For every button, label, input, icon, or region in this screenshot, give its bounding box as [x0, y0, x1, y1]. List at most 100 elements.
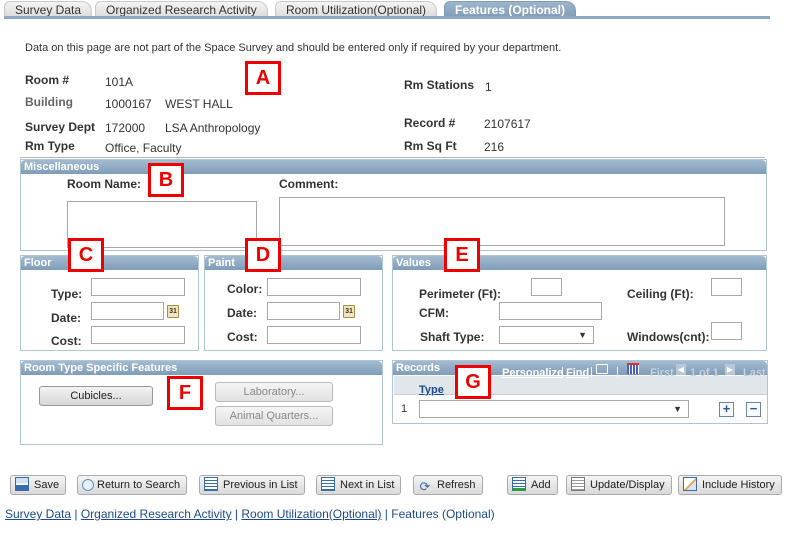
- cubicles-button[interactable]: Cubicles...: [39, 386, 153, 406]
- tab-organized-research-activity[interactable]: Organized Research Activity: [95, 1, 268, 17]
- previous-list-icon: [204, 477, 218, 491]
- footer-nav: Survey Data | Organized Research Activit…: [5, 507, 495, 521]
- refresh-button[interactable]: ⟳ Refresh: [413, 475, 483, 495]
- ceiling-label: Ceiling (Ft):: [627, 287, 694, 301]
- row-number: 1: [401, 403, 408, 415]
- update-display-label: Update/Display: [590, 479, 665, 491]
- shaft-type-label: Shaft Type:: [420, 330, 485, 344]
- rm-sqft-value: 216: [484, 140, 505, 154]
- save-icon: [15, 477, 29, 491]
- previous-arrow-icon: ◀: [676, 364, 686, 375]
- callout-marker-f: F: [167, 376, 203, 410]
- calendar-icon[interactable]: 31: [167, 305, 179, 318]
- footer-link-room-utilization[interactable]: Room Utilization(Optional): [241, 507, 381, 521]
- floor-type-label: Type:: [51, 287, 83, 301]
- personalize-link[interactable]: Personalize: [502, 367, 563, 379]
- update-display-button[interactable]: Update/Display: [566, 475, 672, 495]
- comment-textarea[interactable]: [279, 197, 725, 246]
- rm-type-label: Rm Type: [25, 139, 75, 153]
- paint-cost-label: Cost:: [227, 330, 258, 344]
- shaft-type-select[interactable]: ▼: [499, 326, 594, 344]
- include-history-label: Include History: [702, 479, 775, 491]
- tab-survey-data[interactable]: Survey Data: [4, 1, 93, 17]
- miscellaneous-header: Miscellaneous: [21, 160, 766, 174]
- record-value: 2107617: [484, 117, 531, 131]
- building-name: WEST HALL: [165, 97, 233, 111]
- add-row-button[interactable]: +: [719, 402, 734, 417]
- tab-underline: [4, 16, 770, 19]
- tab-room-utilization[interactable]: Room Utilization(Optional): [275, 1, 438, 17]
- cfm-input[interactable]: [499, 302, 602, 320]
- delete-row-button[interactable]: −: [746, 402, 761, 417]
- paint-date-label: Date:: [227, 306, 258, 320]
- add-button[interactable]: Add: [507, 475, 558, 495]
- survey-dept-code: 172000: [105, 121, 146, 135]
- callout-marker-g: G: [455, 365, 491, 399]
- update-display-icon: [571, 477, 585, 491]
- callout-marker-c: C: [68, 238, 104, 272]
- room-name-label: Room Name:: [67, 177, 142, 191]
- next-list-icon: [321, 477, 335, 491]
- include-history-button[interactable]: Include History: [678, 475, 782, 495]
- floor-type-input[interactable]: [91, 278, 185, 296]
- paint-date-input[interactable]: [267, 302, 340, 320]
- refresh-label: Refresh: [437, 479, 476, 491]
- next-in-list-button[interactable]: Next in List: [316, 475, 402, 495]
- return-to-search-button[interactable]: Return to Search: [77, 475, 188, 495]
- laboratory-button[interactable]: Laboratory...: [215, 382, 333, 402]
- footer-link-organized-research-activity[interactable]: Organized Research Activity: [81, 507, 232, 521]
- last-link: Last: [743, 367, 766, 379]
- footer-link-survey-data[interactable]: Survey Data: [5, 507, 71, 521]
- perimeter-label: Perimeter (Ft):: [419, 287, 502, 301]
- windows-input[interactable]: [711, 322, 742, 340]
- paint-color-label: Color:: [227, 282, 263, 296]
- save-label: Save: [34, 479, 60, 491]
- separator: |: [74, 507, 78, 521]
- record-type-select[interactable]: ▼: [419, 400, 689, 418]
- floor-cost-label: Cost:: [51, 334, 82, 348]
- separator: |: [234, 507, 239, 521]
- floor-date-label: Date:: [51, 311, 82, 325]
- cfm-label: CFM:: [419, 306, 449, 320]
- include-history-icon: [683, 477, 697, 491]
- first-link: First: [650, 367, 674, 379]
- ceiling-input[interactable]: [711, 278, 742, 296]
- header-divider: [20, 157, 765, 158]
- animal-quarters-button[interactable]: Animal Quarters...: [215, 406, 333, 426]
- save-button[interactable]: Save: [10, 475, 67, 495]
- callout-marker-d: D: [245, 238, 281, 272]
- paint-cost-input[interactable]: [267, 326, 361, 344]
- separator: |: [590, 366, 593, 378]
- previous-in-list-label: Previous in List: [223, 479, 298, 491]
- search-icon: [82, 479, 94, 491]
- callout-marker-e: E: [444, 238, 480, 272]
- survey-dept-name: LSA Anthropology: [165, 121, 261, 135]
- floor-date-input[interactable]: [91, 302, 164, 320]
- callout-marker-a: A: [245, 61, 281, 95]
- records-title: Records: [396, 362, 441, 374]
- callout-marker-b: B: [148, 163, 184, 197]
- download-grid-icon[interactable]: [627, 363, 639, 374]
- table-row: 1 ▼ + −: [392, 394, 768, 424]
- survey-dept-label: Survey Dept: [25, 120, 96, 134]
- comment-label: Comment:: [279, 177, 339, 191]
- separator: |: [616, 366, 619, 378]
- perimeter-input[interactable]: [531, 278, 562, 296]
- find-link[interactable]: Find: [566, 367, 589, 379]
- building-label: Building: [25, 95, 73, 109]
- room-type-features-header: Room Type Specific Features: [21, 361, 382, 375]
- rm-sqft-label: Rm Sq Ft: [404, 139, 457, 153]
- calendar-icon[interactable]: 31: [343, 305, 355, 318]
- separator: |: [384, 507, 388, 521]
- return-to-search-label: Return to Search: [97, 479, 181, 491]
- building-code: 1000167: [105, 97, 152, 111]
- previous-in-list-button[interactable]: Previous in List: [199, 475, 305, 495]
- paint-color-input[interactable]: [267, 278, 361, 296]
- dropdown-arrow-icon: ▼: [673, 404, 682, 414]
- view-all-icon[interactable]: [596, 364, 608, 374]
- floor-cost-input[interactable]: [91, 326, 185, 344]
- next-arrow-icon: ▶: [725, 364, 735, 375]
- row-counter: 1 of 1: [690, 367, 719, 379]
- room-label: Room #: [25, 73, 70, 87]
- record-label: Record #: [404, 116, 456, 130]
